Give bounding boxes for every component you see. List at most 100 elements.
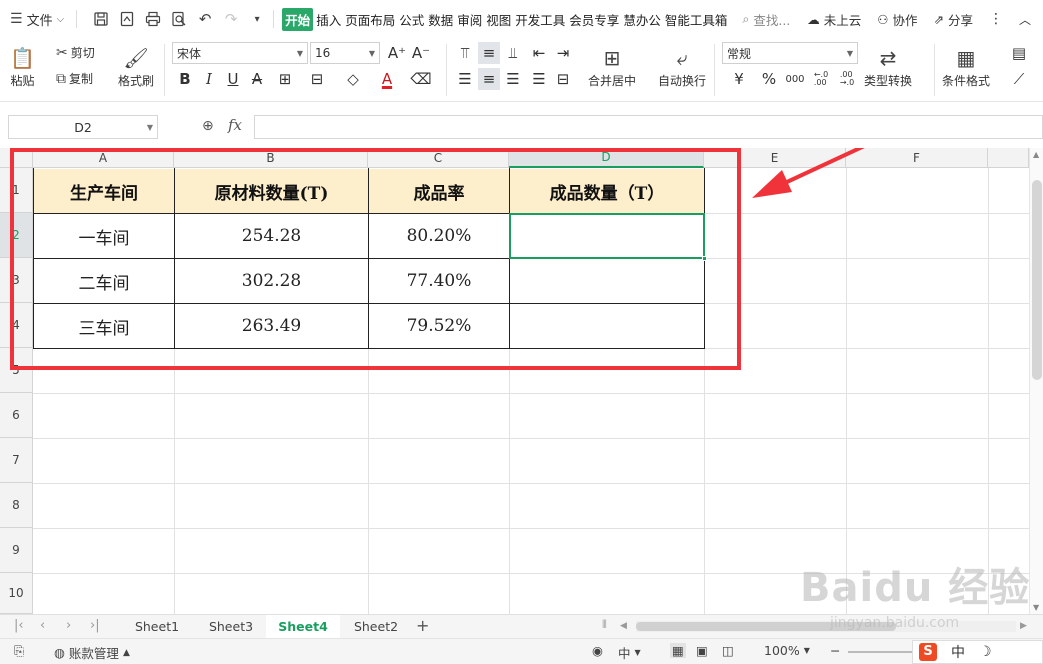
eye-protection-button[interactable]: ◉	[592, 643, 603, 658]
row-header-9[interactable]: 9	[0, 528, 33, 573]
percent-button[interactable]: %	[758, 68, 780, 90]
decrease-indent-button[interactable]: ⇤	[528, 42, 550, 64]
last-sheet-icon[interactable]: ›|	[90, 618, 100, 633]
row-header-10[interactable]: 10	[0, 573, 33, 614]
strikethrough-button[interactable]: A	[246, 68, 268, 90]
merge-center-button[interactable]: ⊞ 合并居中	[588, 44, 636, 89]
collapse-ribbon-icon[interactable]: ︿	[1019, 11, 1031, 28]
zoom-formula-icon[interactable]: ⊕	[202, 118, 214, 134]
row-header-8[interactable]: 8	[0, 483, 33, 528]
scroll-right-icon[interactable]: ▶	[1020, 621, 1027, 631]
fill-color-button[interactable]: ◇	[342, 68, 364, 90]
decrease-decimal-button[interactable]: .00 →.0	[836, 68, 858, 90]
share-button[interactable]: ⇗ 分享	[933, 10, 973, 29]
add-sheet-button[interactable]: +	[416, 616, 429, 635]
underline-button[interactable]: U	[222, 68, 244, 90]
scrollbar-thumb[interactable]	[636, 622, 896, 631]
cell-style-more-button[interactable]: ⟋	[1008, 68, 1030, 90]
align-top-button[interactable]: ⫪	[454, 42, 476, 64]
horizontal-scrollbar[interactable]	[636, 621, 1016, 632]
font-shrink-button[interactable]: A⁻	[410, 42, 432, 64]
more-icon[interactable]: ⋮	[989, 11, 1003, 27]
tab-6[interactable]: 视图	[485, 8, 512, 31]
ime-toggle[interactable]: 中 ▼	[618, 643, 641, 662]
font-grow-button[interactable]: A⁺	[386, 42, 408, 64]
paste-button[interactable]: 📋 粘贴	[10, 44, 35, 89]
distribute-button[interactable]: ⊟	[552, 68, 574, 90]
ime-chinese-indicator[interactable]: 中	[951, 642, 965, 662]
page-layout-button[interactable]: ▣	[696, 643, 708, 658]
search-box[interactable]: ⌕ 查找...	[742, 10, 790, 29]
collaborate-button[interactable]: ⚇ 协作	[877, 10, 917, 29]
formula-input[interactable]	[254, 115, 1043, 139]
align-right-button[interactable]: ☰	[502, 68, 524, 90]
print-icon[interactable]	[141, 7, 165, 31]
increase-decimal-button[interactable]: ←.0 .00	[810, 68, 832, 90]
copy-button[interactable]: ⧉ 复制	[56, 70, 93, 87]
tab-5[interactable]: 审阅	[456, 8, 483, 31]
tab-10[interactable]: 智能工具箱	[664, 8, 729, 31]
type-convert-button[interactable]: ⇄ 类型转换	[864, 44, 912, 89]
prev-sheet-icon[interactable]: ‹	[40, 618, 45, 633]
align-left-button[interactable]: ☰	[454, 68, 476, 90]
scroll-left-icon[interactable]: ◀	[620, 621, 627, 631]
page-break-button[interactable]: ◫	[722, 643, 734, 658]
zoom-out-button[interactable]: −	[830, 643, 840, 658]
font-size-select[interactable]: 16 ▼	[310, 42, 380, 64]
zoom-slider[interactable]	[848, 651, 918, 653]
font-name-select[interactable]: 宋体 ▼	[172, 42, 308, 64]
border-button[interactable]: ⊞	[274, 68, 296, 90]
justify-button[interactable]: ☰	[528, 68, 550, 90]
row-header-7[interactable]: 7	[0, 438, 33, 483]
italic-button[interactable]: I	[198, 68, 220, 90]
vertical-scrollbar[interactable]: ▲ ▼	[1029, 148, 1043, 614]
save-icon[interactable]	[89, 7, 113, 31]
sheet-tab-sheet1[interactable]: Sheet1	[120, 615, 194, 638]
increase-indent-button[interactable]: ⇥	[552, 42, 574, 64]
conditional-format-button[interactable]: ▦ 条件格式	[942, 44, 990, 89]
format-painter-button[interactable]: 🖌 格式刷	[118, 44, 154, 89]
account-manage-button[interactable]: ◍ 账款管理 ▲	[54, 643, 130, 662]
redo-icon[interactable]: ↷	[219, 7, 243, 31]
scroll-up-icon[interactable]: ▲	[1033, 150, 1039, 159]
tab-3[interactable]: 公式	[398, 8, 425, 31]
tab-8[interactable]: 会员专享	[568, 8, 620, 31]
tab-2[interactable]: 页面布局	[344, 8, 396, 31]
normal-view-button[interactable]: ▦	[670, 643, 686, 658]
sheet-tab-sheet2[interactable]: Sheet2	[340, 615, 412, 638]
tab-splitter-icon[interactable]: ⦀	[602, 618, 607, 632]
macro-icon[interactable]: ⎘	[14, 643, 24, 659]
print-preview-icon[interactable]	[167, 7, 191, 31]
sogou-logo-icon[interactable]: S	[919, 643, 937, 661]
moon-icon[interactable]: ☽	[979, 644, 992, 660]
first-sheet-icon[interactable]: |‹	[14, 618, 24, 633]
cloud-status-button[interactable]: ☁ 未上云	[807, 10, 861, 29]
sheet-tab-sheet3[interactable]: Sheet3	[196, 615, 266, 638]
tab-4[interactable]: 数据	[427, 8, 454, 31]
tab-0[interactable]: 开始	[282, 7, 314, 31]
align-center-button[interactable]: ≡	[478, 68, 500, 90]
number-format-select[interactable]: 常规 ▼	[722, 42, 858, 64]
name-box[interactable]: D2 ▼	[8, 115, 158, 139]
sheet-tab-sheet4[interactable]: Sheet4	[266, 615, 340, 638]
column-header-blank[interactable]	[988, 148, 1029, 168]
row-header-6[interactable]: 6	[0, 393, 33, 438]
thousands-separator-button[interactable]: 000	[784, 68, 806, 90]
scroll-down-icon[interactable]: ▼	[1033, 603, 1039, 612]
clear-format-button[interactable]: ⌫	[410, 68, 432, 90]
cut-button[interactable]: ✂ 剪切	[56, 44, 95, 61]
scrollbar-thumb[interactable]	[1032, 180, 1042, 380]
zoom-select[interactable]: 100% ▼	[764, 643, 810, 658]
tab-9[interactable]: 慧办公	[622, 8, 662, 31]
tab-1[interactable]: 插入	[315, 8, 342, 31]
export-pdf-icon[interactable]	[115, 7, 139, 31]
align-bottom-button[interactable]: ⫫	[502, 42, 524, 64]
align-middle-button[interactable]: ≡	[478, 42, 500, 64]
fx-icon[interactable]: fx	[228, 116, 242, 134]
cell-style-button[interactable]: ⊟	[306, 68, 328, 90]
table-style-button[interactable]: ▤	[1008, 42, 1030, 64]
file-menu[interactable]: ☰ 文件 ⌵	[0, 0, 72, 38]
undo-icon[interactable]: ↶	[193, 7, 217, 31]
next-sheet-icon[interactable]: ›	[66, 618, 71, 633]
tab-7[interactable]: 开发工具	[514, 8, 566, 31]
